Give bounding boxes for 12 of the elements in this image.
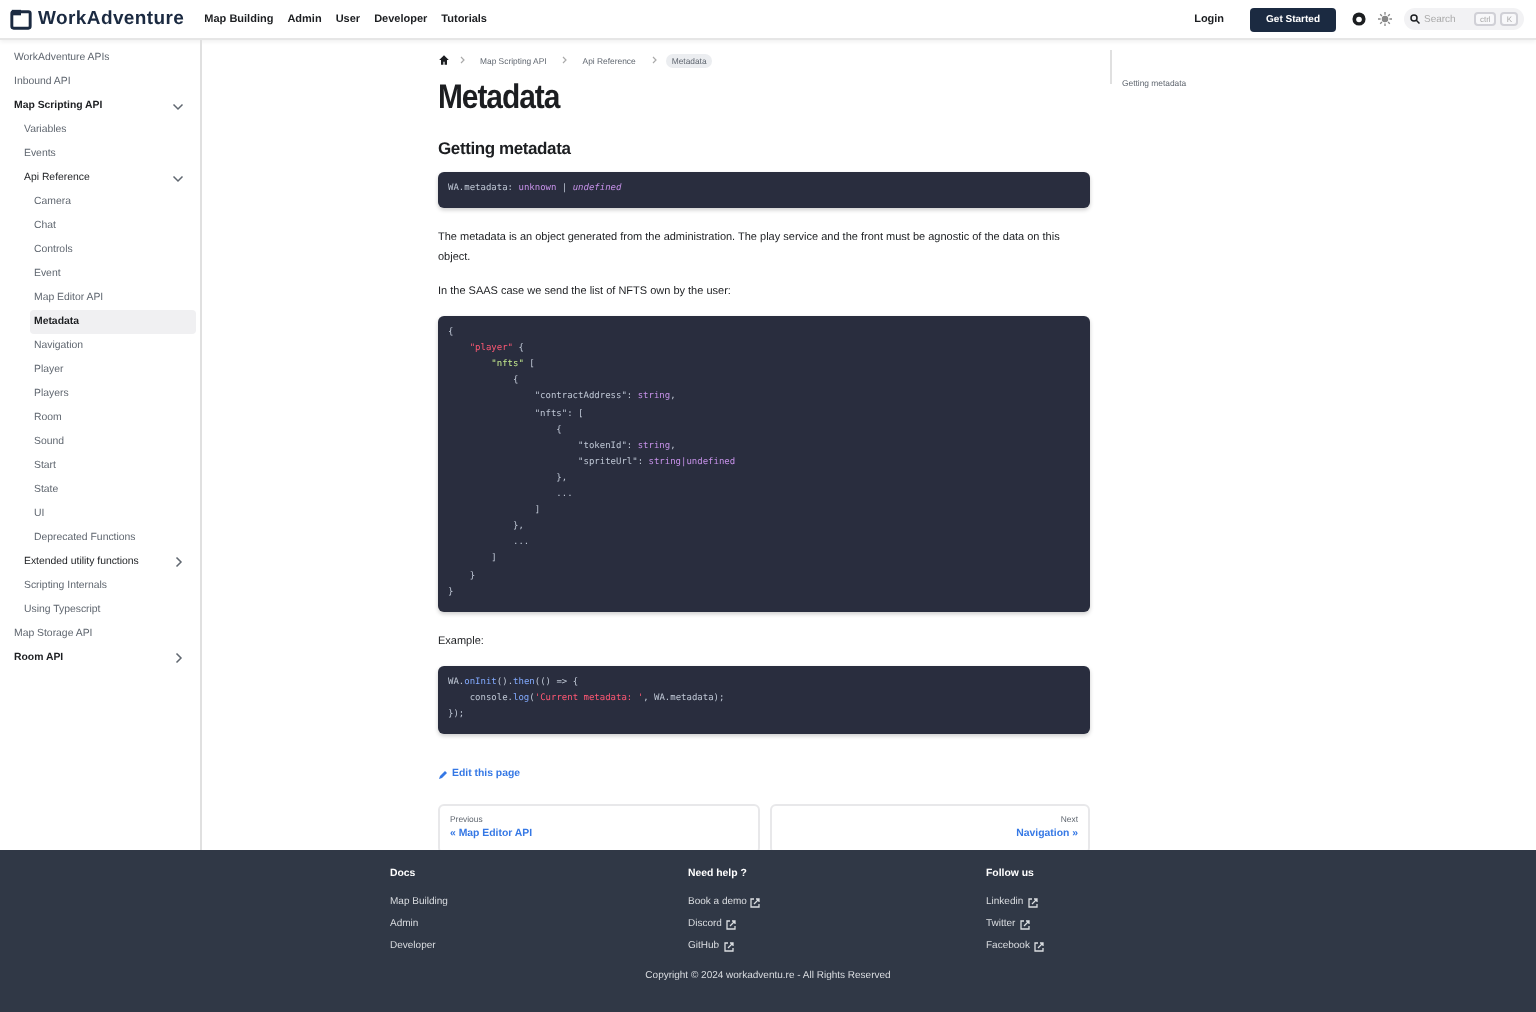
sun-icon[interactable] — [1378, 12, 1392, 26]
logo-text[interactable]: WorkAdventure — [38, 8, 185, 30]
page-title: Metadata — [438, 78, 563, 118]
chevron-right-icon[interactable] — [172, 556, 184, 568]
home-icon[interactable] — [438, 54, 450, 66]
pencil-icon — [438, 769, 448, 780]
search-icon — [1410, 14, 1420, 24]
section-heading: Getting metadata — [438, 138, 573, 160]
chevron-down-icon[interactable] — [172, 172, 184, 184]
logo-icon — [10, 8, 32, 30]
chevron-right-icon[interactable] — [172, 652, 184, 664]
chevron-down-icon[interactable] — [172, 100, 184, 112]
